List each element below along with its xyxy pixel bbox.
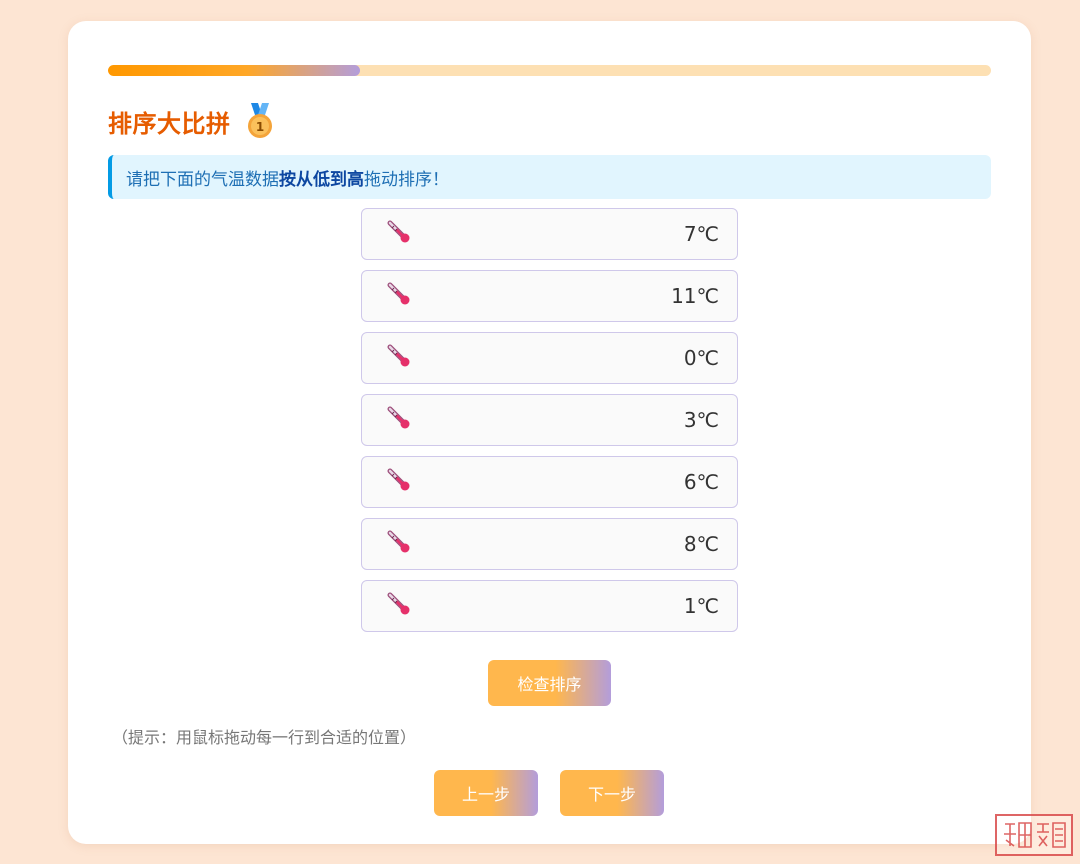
quiz-card: 排序大比拼 1 请把下面的气温数据 按从低到高 拖动排序！ 7℃ 11℃ 0℃ 3℃ 6℃… [68,21,1031,844]
thermometer-icon [386,281,412,311]
thermometer-icon [386,467,412,497]
check-order-button[interactable]: 检查排序 [488,660,611,706]
thermometer-icon [386,219,412,249]
thermometer-icon [386,343,412,373]
next-button[interactable]: 下一步 [560,770,664,816]
instruction-emphasis: 按从低到高 [279,169,364,190]
instruction-prefix: 请把下面的气温数据 [126,169,279,190]
thermometer-icon [386,529,412,559]
sortable-row[interactable]: 7℃ [361,208,738,260]
hint-text: （提示：用鼠标拖动每一行到合适的位置） [112,728,417,747]
page-title: 排序大比拼 [108,109,231,138]
sortable-list: 7℃ 11℃ 0℃ 3℃ 6℃ 8℃ 1℃ [361,208,738,642]
thermometer-icon [386,405,412,435]
progress-bar [108,65,991,76]
temperature-value: 3℃ [683,408,719,432]
medal-icon: 1 [247,103,272,138]
thermometer-icon [386,591,412,621]
watermark-stamp [995,814,1073,856]
sortable-row[interactable]: 6℃ [361,456,738,508]
progress-fill [108,65,360,76]
svg-text:1: 1 [255,120,263,134]
watermark-seal-icon [1004,822,1066,848]
sortable-row[interactable]: 1℃ [361,580,738,632]
instruction-suffix: 拖动排序！ [364,169,449,190]
sortable-row[interactable]: 3℃ [361,394,738,446]
sortable-row[interactable]: 0℃ [361,332,738,384]
sortable-row[interactable]: 11℃ [361,270,738,322]
temperature-value: 8℃ [683,532,719,556]
temperature-value: 1℃ [683,594,719,618]
temperature-value: 6℃ [683,470,719,494]
sortable-row[interactable]: 8℃ [361,518,738,570]
previous-button[interactable]: 上一步 [434,770,538,816]
instruction-banner: 请把下面的气温数据 按从低到高 拖动排序！ [108,155,991,199]
temperature-value: 11℃ [671,284,719,308]
title-row: 排序大比拼 1 [108,101,275,141]
temperature-value: 7℃ [683,222,719,246]
temperature-value: 0℃ [683,346,719,370]
